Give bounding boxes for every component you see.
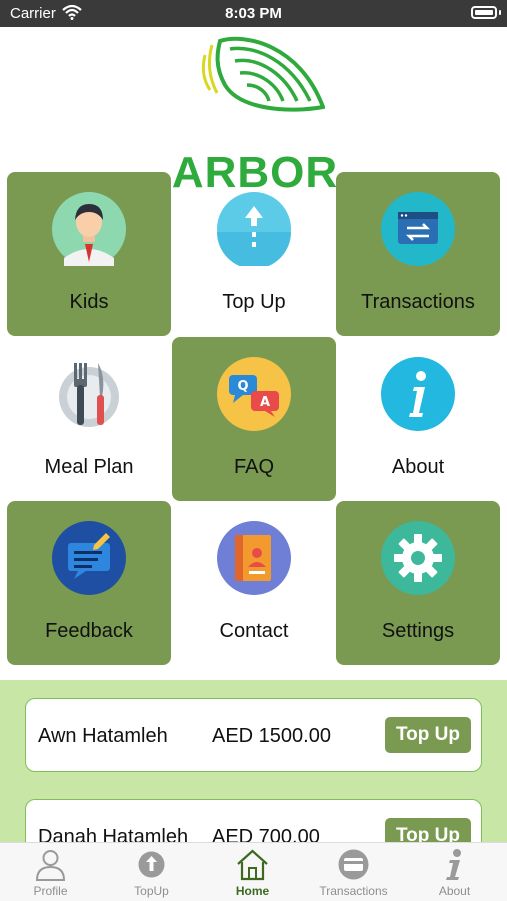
battery-icon — [471, 6, 497, 19]
menu-tile-label: Settings — [381, 620, 455, 642]
contact-book-icon — [217, 521, 291, 595]
menu-tile-label: Contact — [219, 620, 289, 642]
top-up-icon — [135, 848, 168, 881]
top-up-button[interactable]: Top Up — [385, 717, 471, 753]
menu-tile-kids[interactable]: Kids — [7, 172, 171, 336]
tab-about[interactable]: About — [404, 843, 505, 901]
tab-label: Profile — [33, 884, 68, 898]
menu-tile-contact[interactable]: Contact — [172, 501, 336, 665]
menu-tile-about[interactable]: About — [336, 337, 500, 501]
top-up-arrow-icon — [217, 192, 291, 269]
balances-panel[interactable]: Awn Hatamleh AED 1500.00 Top Up Danah Ha… — [0, 680, 507, 842]
child-name: Awn Hatamleh — [38, 725, 168, 747]
tab-home[interactable]: Home — [202, 843, 303, 901]
meal-plan-icon — [52, 357, 126, 431]
feedback-icon — [52, 521, 126, 595]
svg-text:Q: Q — [237, 379, 248, 394]
tab-topup[interactable]: TopUp — [101, 843, 202, 901]
gear-icon — [381, 521, 455, 595]
transactions-icon — [381, 192, 455, 266]
status-bar: Carrier 8:03 PM — [0, 0, 507, 27]
info-icon — [438, 848, 471, 881]
menu-tile-label: Kids — [69, 291, 109, 313]
info-icon — [381, 357, 455, 431]
tab-label: About — [438, 884, 471, 898]
child-name: Danah Hatamleh — [38, 826, 189, 842]
menu-tile-transactions[interactable]: Transactions — [336, 172, 500, 336]
menu-tile-feedback[interactable]: Feedback — [7, 501, 171, 665]
menu-tile-label: Meal Plan — [44, 456, 134, 478]
menu-tile-meal-plan[interactable]: Meal Plan — [7, 337, 171, 501]
leaf-fingerprint-icon — [201, 36, 325, 112]
tab-label: Transactions — [319, 884, 388, 898]
faq-chat-icon: Q A — [217, 357, 291, 431]
home-icon — [236, 848, 269, 881]
tab-bar: Profile TopUp Home Transactions About — [0, 842, 507, 901]
balance-amount: AED 1500.00 — [212, 725, 331, 747]
tab-label: TopUp — [134, 884, 169, 898]
menu-tile-label: FAQ — [233, 456, 274, 478]
menu-grid: Kids Top Up Transactions Meal Plan Q A F… — [7, 172, 501, 666]
menu-tile-label: Transactions — [361, 291, 475, 313]
menu-tile-label: Top Up — [222, 291, 286, 313]
tab-label: Home — [235, 884, 270, 898]
person-icon — [34, 848, 67, 881]
menu-tile-faq[interactable]: Q A FAQ — [172, 337, 336, 501]
menu-tile-label: Feedback — [45, 620, 133, 642]
top-up-button[interactable]: Top Up — [385, 818, 471, 842]
menu-tile-label: About — [391, 456, 445, 478]
balance-card: Awn Hatamleh AED 1500.00 Top Up — [25, 698, 482, 772]
arbor-logo: ARBOR — [160, 35, 350, 197]
svg-text:A: A — [260, 395, 270, 410]
menu-tile-settings[interactable]: Settings — [336, 501, 500, 665]
tab-transactions[interactable]: Transactions — [303, 843, 404, 901]
balance-amount: AED 700.00 — [212, 826, 320, 842]
card-icon — [337, 848, 370, 881]
tab-profile[interactable]: Profile — [0, 843, 101, 901]
menu-tile-top-up[interactable]: Top Up — [172, 172, 336, 336]
kid-avatar-icon — [52, 192, 126, 266]
battery-tip — [499, 10, 501, 15]
balance-card: Danah Hatamleh AED 700.00 Top Up — [25, 799, 482, 842]
status-time: 8:03 PM — [225, 5, 282, 22]
